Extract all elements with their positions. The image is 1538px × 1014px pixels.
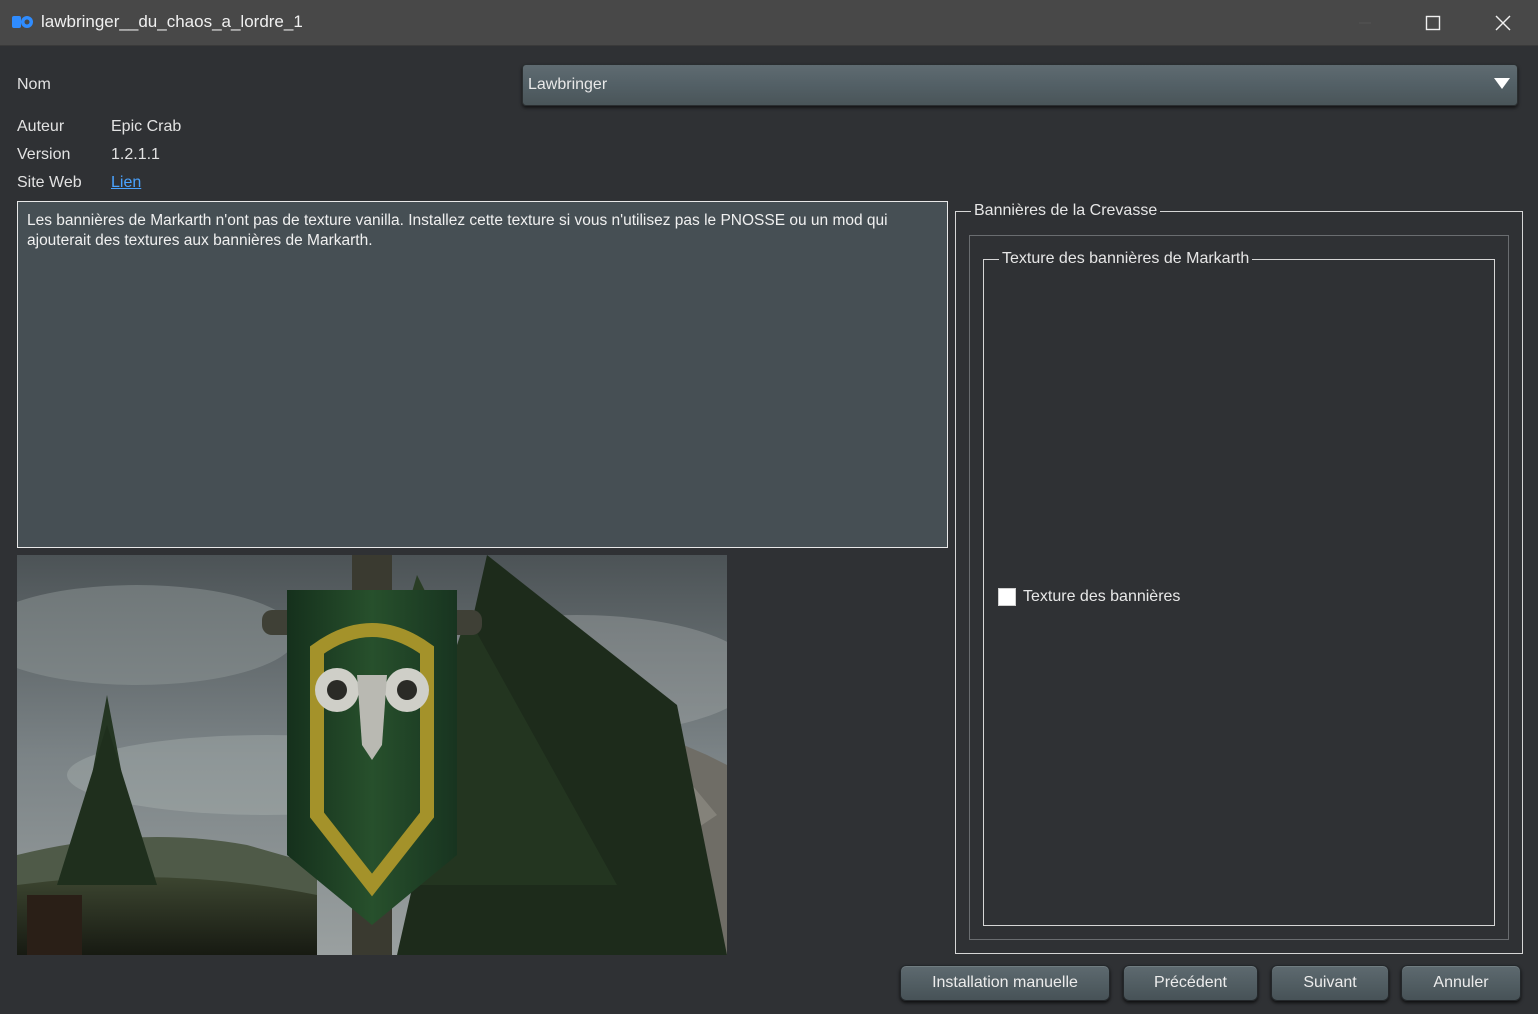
name-dropdown[interactable]: Lawbringer: [522, 64, 1518, 106]
version-value: 1.2.1.1: [111, 146, 160, 163]
next-button[interactable]: Suivant: [1271, 965, 1389, 1001]
step-title: Bannières de la Crevasse: [971, 202, 1161, 220]
option-checkbox[interactable]: [998, 588, 1016, 606]
name-dropdown-value: Lawbringer: [528, 76, 608, 93]
name-label: Nom: [17, 76, 51, 93]
maximize-button[interactable]: [1398, 0, 1468, 45]
app-icon: [12, 16, 33, 28]
close-icon: [1495, 15, 1511, 30]
maximize-icon: [1425, 15, 1441, 30]
option-label[interactable]: Texture des bannières: [1023, 588, 1180, 606]
description-text: Les bannières de Markarth n'ont pas de t…: [27, 212, 888, 249]
author-label: Auteur: [17, 118, 65, 135]
minimize-icon: [1359, 22, 1371, 23]
website-link[interactable]: Lien: [111, 174, 141, 192]
author-value: Epic Crab: [111, 118, 182, 135]
option-group-title: Texture des bannières de Markarth: [999, 250, 1253, 268]
previous-button[interactable]: Précédent: [1123, 965, 1258, 1001]
close-button[interactable]: [1468, 0, 1538, 45]
website-label: Site Web: [17, 174, 82, 191]
minimize-button[interactable]: [1330, 0, 1400, 45]
version-label: Version: [17, 146, 71, 163]
preview-scene: [17, 555, 727, 955]
preview-image[interactable]: [17, 555, 727, 955]
manual-install-button[interactable]: Installation manuelle: [900, 965, 1110, 1001]
description-box[interactable]: Les bannières de Markarth n'ont pas de t…: [17, 201, 948, 548]
title-bar: lawbringer__du_chaos_a_lordre_1: [0, 0, 1538, 46]
window-title: lawbringer__du_chaos_a_lordre_1: [41, 12, 303, 31]
cancel-button[interactable]: Annuler: [1401, 965, 1521, 1001]
triangle-down-icon: [1494, 78, 1510, 89]
